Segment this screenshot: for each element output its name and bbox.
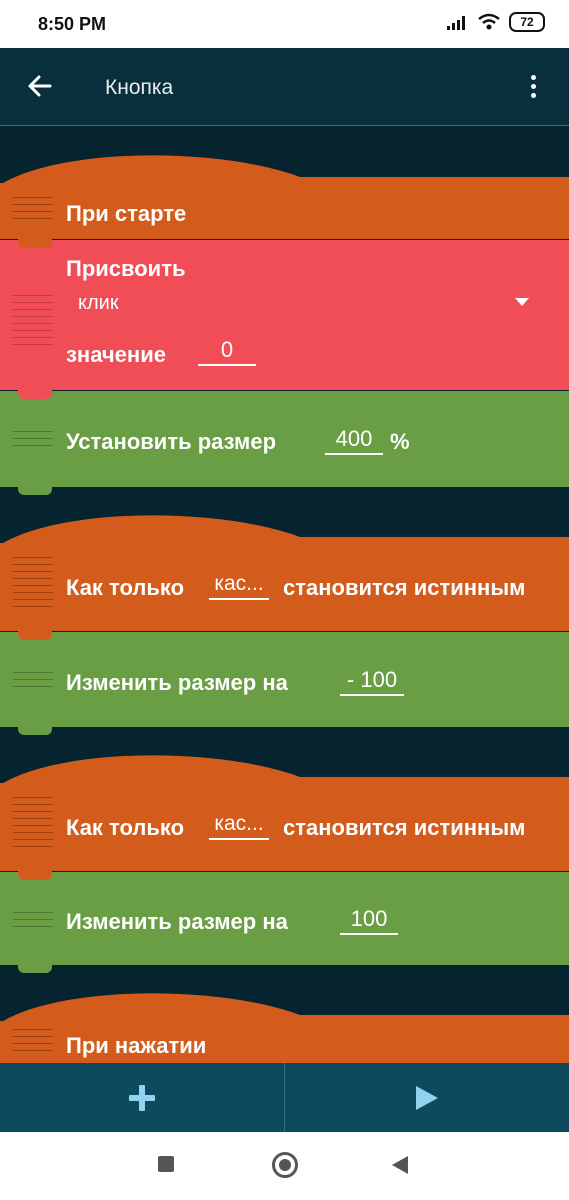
on-start-block[interactable]: При старте bbox=[0, 183, 569, 239]
drag-handle[interactable] bbox=[13, 197, 53, 225]
value-label: значение bbox=[66, 342, 166, 367]
recents-icon[interactable] bbox=[158, 1156, 174, 1172]
back-button[interactable] bbox=[22, 68, 58, 104]
battery-indicator: 72 bbox=[509, 12, 545, 32]
drag-handle[interactable] bbox=[13, 672, 53, 693]
becomes-true-label: становится истинным bbox=[283, 815, 526, 840]
drag-handle[interactable] bbox=[13, 1029, 53, 1057]
drag-handle[interactable] bbox=[13, 295, 53, 351]
change-size-label: Изменить размер на bbox=[66, 670, 288, 695]
more-options-button[interactable] bbox=[515, 68, 551, 104]
play-icon bbox=[416, 1085, 438, 1110]
status-icons: 72 bbox=[447, 12, 545, 32]
hat-cap bbox=[0, 755, 569, 785]
percent-label: % bbox=[390, 429, 410, 454]
hat-cap bbox=[0, 993, 569, 1023]
change-size-block[interactable]: Изменить размер на - 100 bbox=[0, 632, 569, 727]
app-bar: Кнопка bbox=[0, 48, 569, 126]
variable-select[interactable]: клик bbox=[78, 292, 119, 315]
add-block-button[interactable] bbox=[0, 1063, 284, 1132]
assign-label: Присвоить bbox=[66, 256, 186, 281]
change-size-input[interactable]: 100 bbox=[340, 905, 398, 935]
size-input[interactable]: 400 bbox=[325, 425, 383, 455]
becomes-true-label: становится истинным bbox=[283, 575, 526, 600]
back-triangle-icon[interactable] bbox=[392, 1156, 408, 1174]
page-title: Кнопка bbox=[105, 76, 174, 99]
change-size-label: Изменить размер на bbox=[66, 909, 288, 934]
arrow-left-icon bbox=[28, 75, 52, 97]
status-time: 8:50 PM bbox=[38, 14, 107, 34]
home-icon[interactable] bbox=[272, 1152, 298, 1178]
change-size-input[interactable]: - 100 bbox=[340, 666, 404, 696]
drag-handle[interactable] bbox=[13, 557, 53, 613]
chevron-down-icon[interactable] bbox=[515, 298, 529, 306]
hat-cap bbox=[0, 515, 569, 545]
more-vert-icon bbox=[530, 74, 536, 80]
assign-block[interactable]: Присвоить клик значение 0 bbox=[0, 240, 569, 390]
hat-cap bbox=[0, 155, 569, 185]
on-press-block[interactable]: При нажатии bbox=[0, 1021, 569, 1063]
when-true-block[interactable]: Как только кас... становится истинным bbox=[0, 783, 569, 871]
drag-handle[interactable] bbox=[13, 797, 53, 853]
change-size-block[interactable]: Изменить размер на 100 bbox=[0, 872, 569, 965]
value-input[interactable]: 0 bbox=[198, 336, 256, 366]
set-size-block[interactable]: Установить размер 400 % bbox=[0, 391, 569, 487]
code-canvas[interactable]: При старте Присвоить клик значение 0 Уст… bbox=[0, 127, 569, 1063]
on-start-label: При старте bbox=[66, 201, 187, 226]
condition-input[interactable]: кас... bbox=[209, 570, 269, 600]
on-press-label: При нажатии bbox=[66, 1033, 207, 1058]
system-nav-bar bbox=[0, 1132, 569, 1200]
drag-handle[interactable] bbox=[13, 912, 53, 933]
when-label: Как только bbox=[66, 815, 185, 840]
set-size-label: Установить размер bbox=[66, 429, 277, 454]
when-true-block[interactable]: Как только кас... становится истинным bbox=[0, 543, 569, 631]
bottom-toolbar bbox=[0, 1063, 569, 1132]
condition-input[interactable]: кас... bbox=[209, 810, 269, 840]
play-button[interactable] bbox=[285, 1063, 569, 1132]
drag-handle[interactable] bbox=[13, 431, 53, 452]
when-label: Как только bbox=[66, 575, 185, 600]
plus-icon bbox=[129, 1084, 155, 1111]
status-bar: 8:50 PM 72 bbox=[0, 0, 569, 48]
wifi-icon bbox=[478, 13, 500, 30]
signal-icon bbox=[447, 16, 465, 30]
